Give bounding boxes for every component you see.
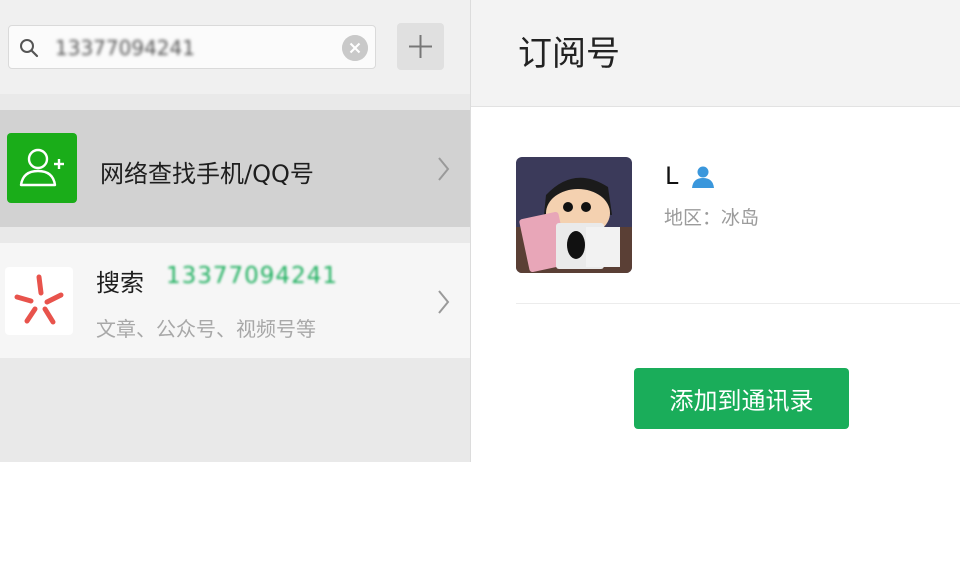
main-header: 订阅号 [471, 0, 960, 107]
search-input[interactable] [53, 34, 337, 62]
search-box[interactable] [8, 25, 376, 69]
network-search-label: 网络查找手机/QQ号 [100, 160, 314, 188]
clear-icon[interactable] [342, 35, 368, 61]
search-one-item[interactable]: 搜索 13377094241 文章、公众号、视频号等 [0, 243, 470, 358]
search-subtitle: 文章、公众号、视频号等 [96, 317, 316, 341]
plus-icon [409, 35, 432, 58]
add-friend-icon [7, 133, 77, 203]
network-search-item[interactable]: 网络查找手机/QQ号 [0, 110, 470, 227]
chevron-right-icon [438, 290, 450, 314]
add-to-contacts-button[interactable]: 添加到通讯录 [634, 368, 849, 429]
main-panel: 订阅号 L 地区：冰岛 添加到通讯录 [471, 0, 960, 462]
search-label: 搜索 [96, 269, 144, 297]
search-logo-icon [5, 267, 73, 335]
search-query-text: 13377094241 [166, 263, 338, 289]
person-icon [692, 166, 714, 188]
contact-name: L [665, 162, 679, 190]
avatar[interactable] [516, 157, 632, 273]
search-bar [0, 0, 470, 94]
add-button[interactable] [397, 23, 444, 70]
search-icon [20, 39, 39, 58]
sidebar: 网络查找手机/QQ号 搜索 13377094241 文章、公众号、视频号等 [0, 0, 471, 462]
divider [516, 303, 960, 304]
page-title: 订阅号 [518, 34, 620, 74]
chevron-right-icon [438, 157, 450, 181]
contact-region: 地区：冰岛 [664, 207, 760, 229]
